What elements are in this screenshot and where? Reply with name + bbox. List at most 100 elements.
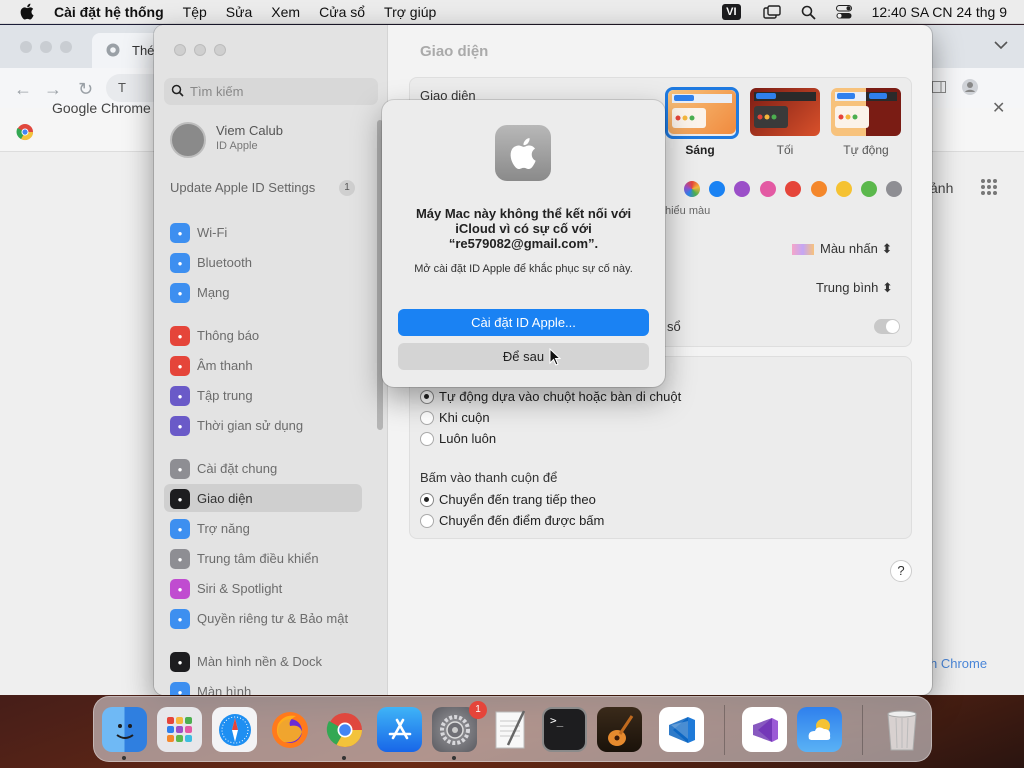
sidebar-item-bell[interactable]: ● Thông báo (164, 321, 362, 349)
sidebar-item-control-center[interactable]: ● Trung tâm điều khiển (164, 544, 362, 572)
menu-edit[interactable]: Sửa (226, 4, 253, 20)
accent-purple-swatch[interactable] (734, 181, 750, 197)
firefox-icon[interactable] (267, 707, 312, 752)
highlight-color-popup[interactable]: Màu nhấn ⬍ (792, 241, 892, 257)
accent-label: hiểu màu (665, 205, 711, 217)
sidebar-item-gear[interactable]: ● Cài đặt chung (164, 454, 362, 482)
menu-clock[interactable]: 12:40 SA CN 24 thg 9 (872, 4, 1007, 20)
textedit-icon[interactable] (487, 707, 532, 752)
terminal-icon[interactable]: >_ (542, 707, 587, 752)
vscode-icon[interactable] (659, 707, 704, 752)
radio-always[interactable]: Luôn luôn (420, 431, 496, 446)
theme-light-thumbnail[interactable] (668, 90, 736, 134)
sidebar-item-bluetooth[interactable]: ● Bluetooth (164, 248, 362, 276)
sidebar-item-speaker[interactable]: ● Âm thanh (164, 351, 362, 379)
reload-icon[interactable]: ↻ (78, 79, 93, 100)
accent-red-swatch[interactable] (785, 181, 801, 197)
accent-blue-swatch[interactable] (709, 181, 725, 197)
sidebar-item-appearance[interactable]: ● Giao diện (164, 484, 362, 512)
apps-grid-icon[interactable] (980, 178, 998, 201)
update-apple-id-link[interactable]: Update Apple ID Settings (170, 180, 315, 195)
accent-graphite-swatch[interactable] (886, 181, 902, 197)
apple-id-settings-button[interactable]: Cài đặt ID Apple... (398, 309, 649, 336)
menu-view[interactable]: Xem (271, 4, 300, 20)
menu-app-name[interactable]: Cài đặt hệ thống (54, 4, 164, 20)
close-icon[interactable]: ✕ (992, 98, 1005, 118)
accent-multicolor-swatch[interactable] (684, 181, 700, 197)
finder-icon[interactable] (102, 707, 147, 752)
back-icon[interactable]: ← (14, 79, 32, 100)
sidebar-item-dock[interactable]: ● Màn hình nền & Dock (164, 647, 362, 675)
window-switcher-icon[interactable] (762, 5, 781, 19)
sidebar-item-label: Màn hình nền & Dock (197, 654, 323, 669)
app-store-icon[interactable] (377, 707, 422, 752)
accent-orange-swatch[interactable] (811, 181, 827, 197)
control-center-icon[interactable] (835, 5, 852, 19)
wifi-icon: ● (170, 223, 190, 243)
radio-clicked-spot[interactable]: Chuyển đến điểm được bấm (420, 513, 604, 528)
trash-icon[interactable] (879, 707, 924, 752)
sidebar-item-siri[interactable]: ● Siri & Spotlight (164, 574, 362, 602)
zoom-window-button[interactable] (214, 44, 226, 56)
appearance-icon: ● (170, 489, 190, 509)
search-placeholder: Tìm kiếm (190, 84, 244, 99)
radio-when-scrolling[interactable]: Khi cuộn (420, 410, 490, 425)
chrome-omnibox-text: T (118, 80, 126, 95)
sidebar-item-moon[interactable]: ● Tập trung (164, 381, 362, 409)
chrome-icon[interactable] (322, 707, 367, 752)
chevron-down-icon[interactable] (994, 37, 1008, 55)
close-window-button[interactable] (174, 44, 186, 56)
profile-icon[interactable] (962, 79, 978, 100)
highlight-swatch (792, 244, 814, 256)
radio-next-page[interactable]: Chuyển đến trang tiếp theo (420, 492, 596, 507)
minimize-window-button[interactable] (194, 44, 206, 56)
sidebar-icon-size-popup[interactable]: Trung bình ⬍ (816, 280, 893, 296)
garageband-icon[interactable] (597, 707, 642, 752)
spotlight-search-icon[interactable] (801, 5, 816, 20)
sidebar-item-label: Thông báo (197, 328, 260, 343)
menu-window[interactable]: Cửa sổ (319, 4, 365, 20)
updown-chevron-icon: ⬍ (882, 280, 893, 295)
sidebar-item-hourglass[interactable]: ● Thời gian sử dụng (164, 411, 362, 439)
visual-studio-icon[interactable] (742, 707, 787, 752)
sidebar-size-value: Trung bình (816, 280, 879, 295)
search-icon (171, 84, 184, 100)
accent-pink-swatch[interactable] (760, 181, 776, 197)
help-button[interactable]: ? (890, 560, 912, 582)
apple-menu-icon[interactable] (16, 0, 38, 24)
theme-dark-thumbnail[interactable] (750, 88, 820, 136)
apple-id-profile[interactable]: Viem Calub ID Apple (168, 120, 378, 160)
later-button[interactable]: Để sau (398, 343, 649, 370)
chrome-page-link[interactable]: h Chrome (930, 656, 987, 671)
sidebar-item-wifi[interactable]: ● Wi-Fi (164, 218, 362, 246)
accent-yellow-swatch[interactable] (836, 181, 852, 197)
launchpad-icon[interactable] (157, 707, 202, 752)
bluetooth-icon: ● (170, 253, 190, 273)
dock: 1 >_ (93, 696, 932, 762)
sidebar-item-globe[interactable]: ● Mạng (164, 278, 362, 306)
forward-icon[interactable]: → (44, 79, 62, 100)
sidebar-item-accessibility[interactable]: ● Trợ năng (164, 514, 362, 542)
theme-auto-thumbnail[interactable] (831, 88, 901, 136)
sun-icon: ● (170, 682, 190, 695)
bell-icon: ● (170, 326, 190, 346)
radio-auto-scroll[interactable]: Tự động dựa vào chuột hoặc bàn di chuột (420, 389, 681, 404)
chrome-favicon-icon (106, 43, 120, 60)
mouse-cursor-icon (549, 347, 562, 371)
menu-help[interactable]: Trợ giúp (384, 4, 436, 20)
sidebar-item-hand[interactable]: ● Quyền riêng tư & Bảo mật (164, 604, 362, 632)
sidepanel-icon[interactable] (932, 80, 946, 98)
profile-name: Viem Calub (216, 123, 283, 138)
search-field[interactable]: Tìm kiếm (164, 78, 378, 105)
input-source-indicator[interactable]: VI (722, 4, 741, 20)
tinting-label: sổ (667, 319, 681, 334)
safari-icon[interactable] (212, 707, 257, 752)
menu-file[interactable]: Tệp (183, 4, 207, 20)
accent-green-swatch[interactable] (861, 181, 877, 197)
dialog-title: Máy Mac này không thể kết nối với iCloud… (415, 206, 632, 251)
tinting-toggle[interactable] (874, 319, 900, 334)
weather-icon[interactable] (797, 707, 842, 752)
chrome-running-indicator (342, 756, 346, 760)
sidebar-item-label: Cài đặt chung (197, 461, 278, 476)
sidebar-item-sun[interactable]: ● Màn hình (164, 677, 362, 695)
